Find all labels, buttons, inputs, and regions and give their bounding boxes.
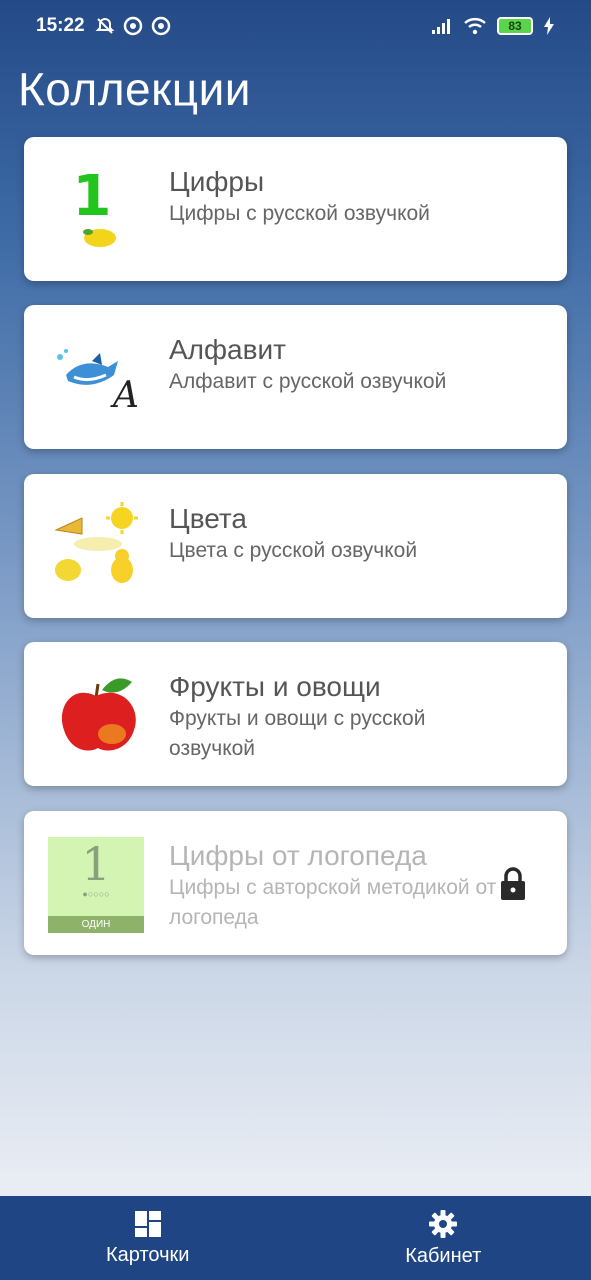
- collection-description: Цифры с русской озвучкой: [169, 202, 430, 225]
- muted-alarm-icon: [95, 17, 115, 34]
- colors-collage-image: [52, 500, 144, 592]
- lock-icon: [501, 867, 525, 900]
- svg-text:A: A: [110, 375, 139, 416]
- collection-card-digits[interactable]: 1 Цифры Цифры с русской озвучкой: [24, 137, 567, 281]
- collection-description: Фрукты и овощи с русской озвучкой: [169, 707, 426, 760]
- svg-text:1: 1: [73, 164, 112, 229]
- collection-card-fruits-vegetables[interactable]: Фрукты и овощи Фрукты и овощи с русской …: [24, 642, 567, 786]
- dashboard-icon: [134, 1210, 161, 1237]
- nav-cards[interactable]: Карточки: [0, 1196, 296, 1280]
- page-title: Коллекции: [18, 63, 251, 115]
- collection-description: Алфавит с русской озвучкой: [169, 370, 447, 393]
- status-time: 15:22: [36, 15, 85, 36]
- charging-icon: [544, 17, 554, 35]
- notification-icons: [95, 16, 171, 36]
- thumb-dots: ●○○○○: [82, 889, 110, 899]
- app-notification-icon: [151, 16, 170, 36]
- collection-card-alphabet[interactable]: A Алфавит Алфавит с русской озвучкой: [24, 305, 567, 449]
- gear-icon: [429, 1209, 458, 1238]
- collection-title: Алфавит: [169, 334, 286, 365]
- nav-cabinet[interactable]: Кабинет: [296, 1196, 591, 1280]
- nav-cabinet-label: Кабинет: [405, 1244, 482, 1267]
- speech-therapist-digit-card: 1 ●○○○○ ОДИН: [48, 837, 144, 933]
- nav-cards-label: Карточки: [106, 1243, 190, 1266]
- thumb-word: ОДИН: [48, 916, 144, 933]
- system-icons: 83: [431, 17, 555, 35]
- wifi-icon: [464, 18, 486, 35]
- battery-level: 83: [497, 17, 533, 35]
- collection-title: Цифры: [169, 166, 265, 197]
- signal-icon: [432, 19, 450, 34]
- collection-card-speech-therapist-digits[interactable]: 1 ●○○○○ ОДИН Цифры от логопеда Цифры с а…: [24, 811, 567, 955]
- collection-description: Цвета с русской озвучкой: [169, 539, 418, 562]
- shark-letter-a-image: A: [52, 331, 144, 423]
- red-apple-image: [52, 668, 144, 760]
- app-notification-icon: [123, 16, 142, 36]
- collection-description: Цифры с авторской методикой от логопеда: [169, 876, 497, 929]
- collection-title: Цвета: [169, 503, 247, 534]
- status-bar: 15:22 83: [0, 0, 591, 52]
- collection-title: Фрукты и овощи: [169, 671, 381, 702]
- collection-title: Цифры от логопеда: [169, 840, 427, 871]
- collection-card-colors[interactable]: Цвета Цвета с русской озвучкой: [24, 474, 567, 618]
- digit-one-lemon-image: 1: [52, 163, 144, 255]
- bottom-navigation: Карточки Кабинет: [0, 1196, 591, 1280]
- thumb-digit: 1: [81, 837, 111, 891]
